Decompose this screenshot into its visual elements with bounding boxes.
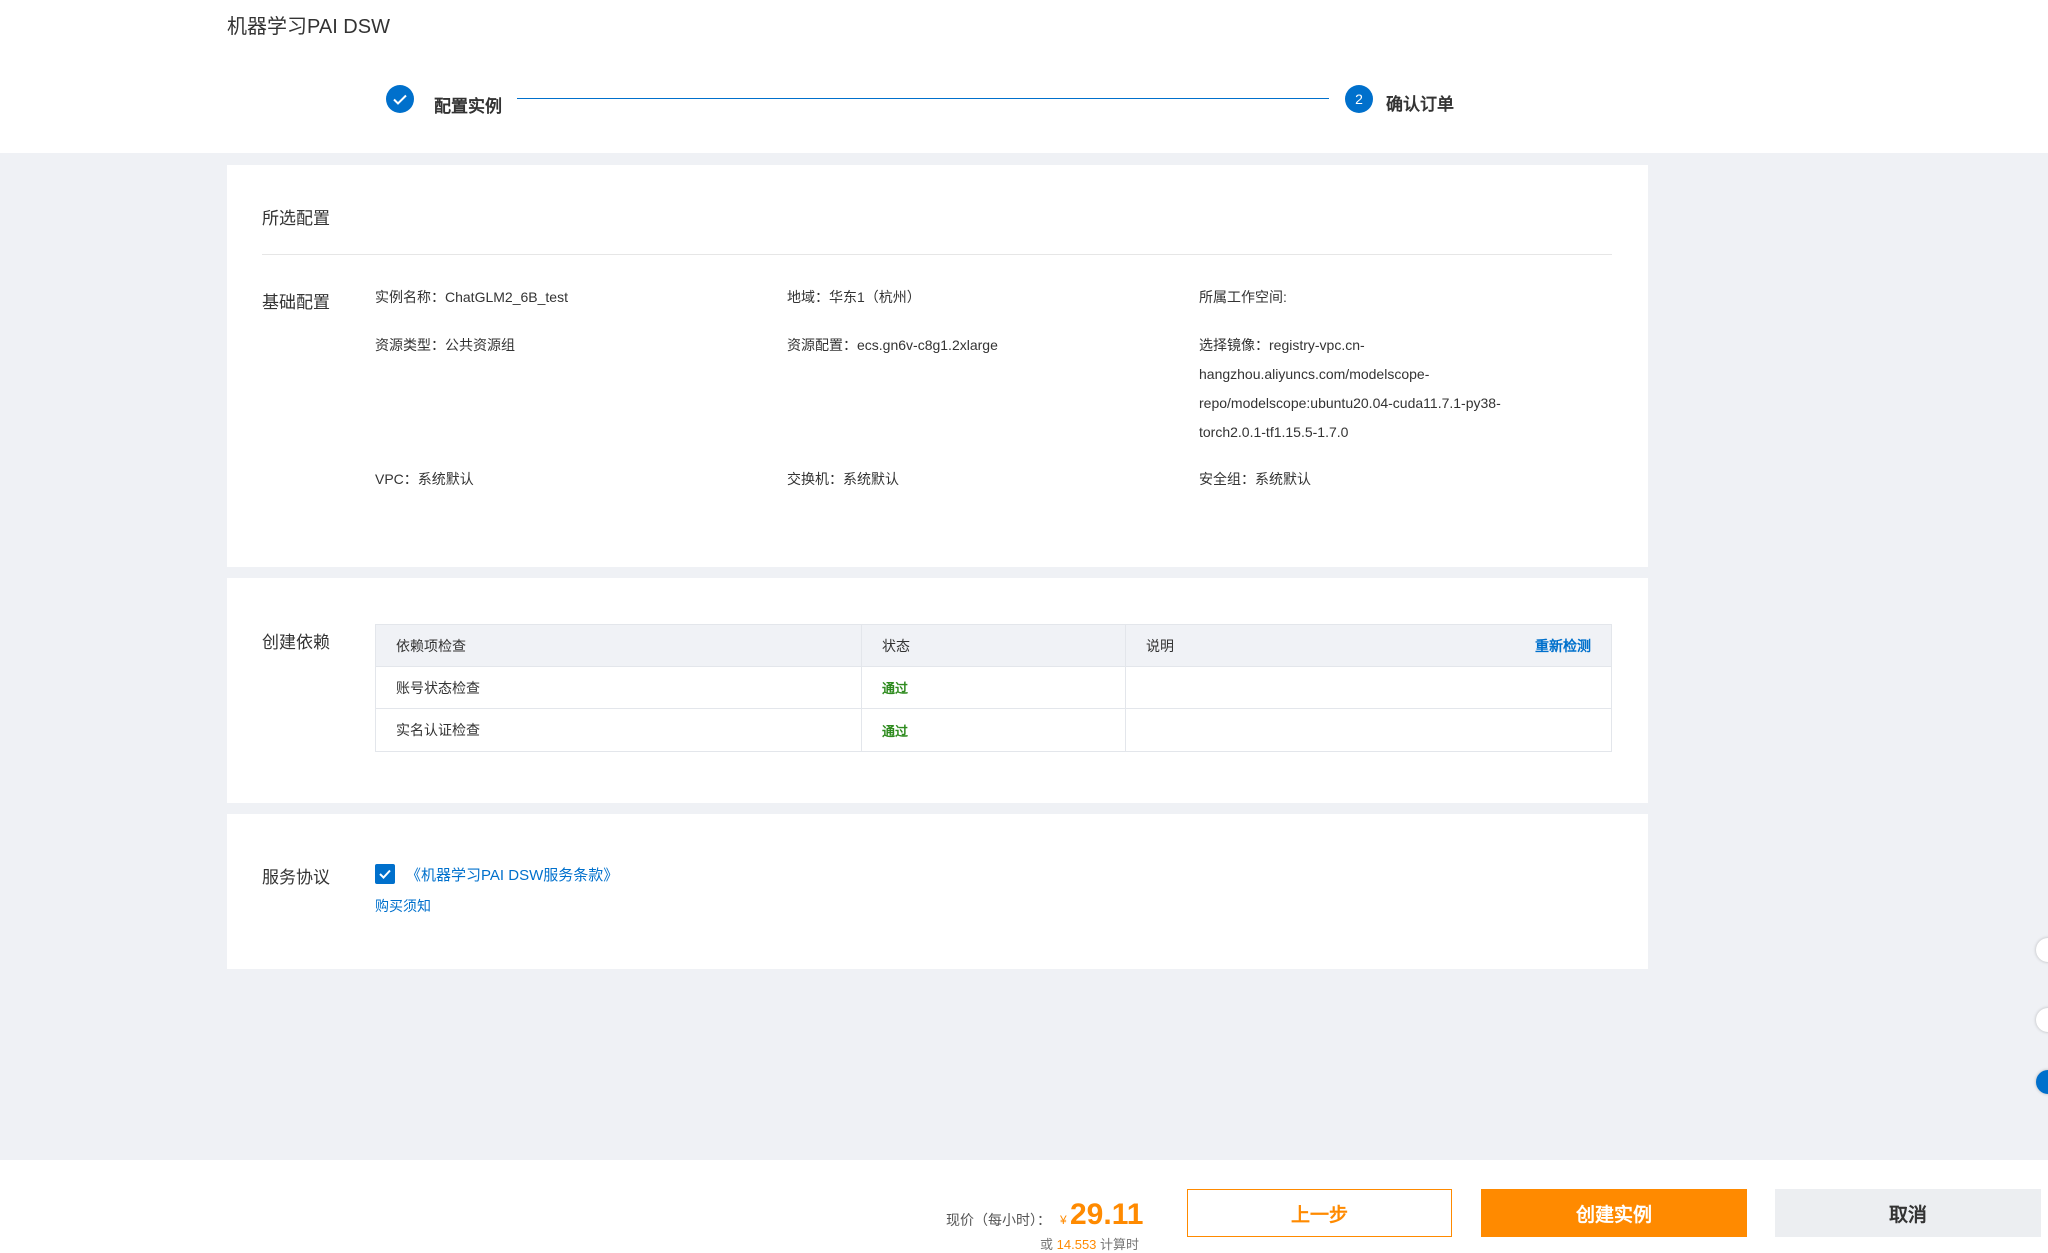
- create-instance-button[interactable]: 创建实例: [1481, 1189, 1747, 1237]
- row-item: 账号状态检查: [376, 667, 862, 708]
- price-label: 现价（每小时）：: [946, 1212, 1051, 1228]
- recheck-link[interactable]: 重新检测: [1535, 636, 1591, 656]
- header-note: 说明 重新检测: [1146, 636, 1591, 656]
- header-status: 状态: [862, 625, 1126, 666]
- page-header: 机器学习PAI DSW 配置实例 2 确认订单: [0, 0, 2048, 153]
- security-group: 安全组：系统默认: [1199, 471, 1311, 487]
- section-title: 所选配置: [262, 209, 330, 228]
- step-2-label: 确认订单: [1386, 95, 1454, 114]
- row-note: [1126, 709, 1611, 751]
- agreement-card: 服务协议: [227, 814, 1648, 969]
- region: 地域：华东1（杭州）: [787, 289, 921, 305]
- terms-link[interactable]: 《机器学习PAI DSW服务条款》: [406, 864, 618, 885]
- terms-checkbox[interactable]: [375, 864, 395, 884]
- purchase-notice-link[interactable]: 购买须知: [375, 896, 431, 916]
- step-indicator: 配置实例 2 确认订单: [0, 0, 2048, 153]
- dependencies-title: 创建依赖: [262, 633, 330, 652]
- step-connector: [517, 98, 1329, 99]
- price-alt: 或 14.553 计算时: [1040, 1237, 1140, 1252]
- dependency-table: 依赖项检查 状态 说明 重新检测 账号状态检查 通过 实名认证检查 通过: [375, 624, 1612, 752]
- floating-tool-icon[interactable]: [2036, 938, 2048, 962]
- vpc: VPC：系统默认: [375, 471, 474, 487]
- header-item: 依赖项检查: [376, 625, 862, 666]
- agreement-title: 服务协议: [262, 868, 330, 887]
- resource-config: 资源配置：ecs.gn6v-c8g1.2xlarge: [787, 337, 998, 353]
- workspace: 所属工作空间:: [1199, 289, 1287, 305]
- row-status: 通过: [862, 667, 1126, 708]
- instance-name: 实例名称：ChatGLM2_6B_test: [375, 289, 568, 305]
- table-row: 账号状态检查 通过: [376, 667, 1611, 709]
- image: 选择镜像：registry-vpc.cn- hangzhou.aliyuncs.…: [1199, 337, 1501, 440]
- resource-type: 资源类型：公共资源组: [375, 337, 515, 353]
- table-row: 实名认证检查 通过: [376, 709, 1611, 751]
- floating-tool-icon[interactable]: [2036, 1008, 2048, 1032]
- row-status: 通过: [862, 709, 1126, 751]
- check-icon: [386, 85, 414, 113]
- prev-button[interactable]: 上一步: [1187, 1189, 1452, 1237]
- floating-help-icon[interactable]: [2036, 1070, 2048, 1094]
- step-1-label: 配置实例: [434, 97, 502, 116]
- row-note: [1126, 667, 1611, 708]
- price-currency: ¥: [1060, 1213, 1067, 1227]
- cancel-button[interactable]: 取消: [1775, 1189, 2041, 1237]
- price-value: 29.11: [1070, 1198, 1144, 1231]
- basic-config-title: 基础配置: [262, 293, 330, 312]
- selected-config-card: 所选配置 基础配置 实例名称：ChatGLM2_6B_test 地域：华东1（杭…: [227, 165, 1648, 567]
- switch: 交换机：系统默认: [787, 471, 899, 487]
- step-2-number: 2: [1345, 85, 1373, 113]
- table-header: 依赖项检查 状态 说明 重新检测: [376, 625, 1611, 667]
- divider: [262, 254, 1612, 255]
- row-item: 实名认证检查: [376, 709, 862, 751]
